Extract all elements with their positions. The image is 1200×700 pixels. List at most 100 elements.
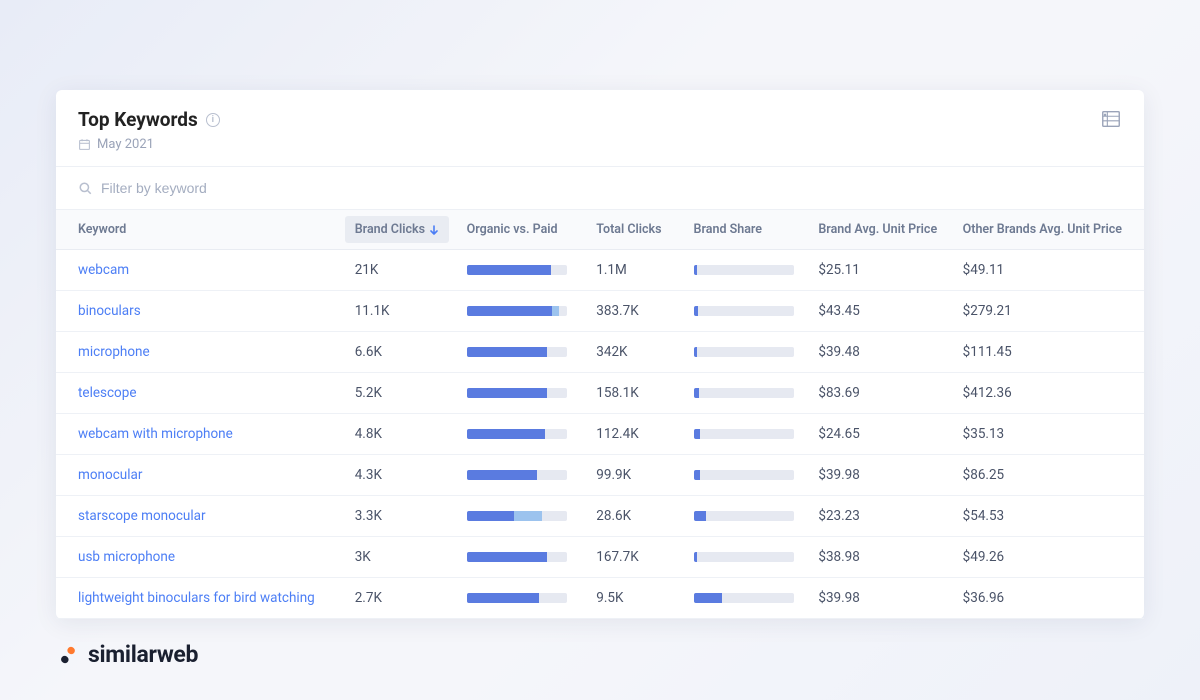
sort-desc-icon [429,225,439,235]
col-total-clicks[interactable]: Total Clicks [586,210,683,250]
cell-other-brands-avg-price: $49.26 [953,537,1144,578]
cell-total-clicks: 1.1M [586,250,683,291]
cell-total-clicks: 383.7K [586,291,683,332]
cell-total-clicks: 9.5K [586,578,683,619]
keyword-link[interactable]: monocular [78,467,142,483]
cell-organic-vs-paid [457,537,587,578]
organic-paid-bar [467,306,567,316]
cell-brand-share [684,373,809,414]
cell-total-clicks: 112.4K [586,414,683,455]
keywords-table: Keyword Brand Clicks Organic vs. Paid To… [56,210,1144,619]
cell-brand-avg-price: $24.65 [808,414,952,455]
cell-brand-share [684,578,809,619]
table-row: starscope monocular 3.3K 28.6K $23.23 $5… [56,496,1144,537]
keyword-link[interactable]: telescope [78,385,137,401]
cell-brand-share [684,537,809,578]
cell-brand-avg-price: $39.98 [808,455,952,496]
title-row: Top Keywords i [78,108,220,131]
cell-brand-avg-price: $38.98 [808,537,952,578]
cell-brand-clicks: 4.8K [345,414,457,455]
brand-share-bar [694,347,794,357]
table-row: lightweight binoculars for bird watching… [56,578,1144,619]
table-row: binoculars 11.1K 383.7K $43.45 $279.21 [56,291,1144,332]
cell-organic-vs-paid [457,332,587,373]
table-row: telescope 5.2K 158.1K $83.69 $412.36 [56,373,1144,414]
brand-share-bar [694,593,794,603]
cell-brand-avg-price: $43.45 [808,291,952,332]
organic-paid-bar [467,470,567,480]
top-keywords-card: Top Keywords i May 2021 Keyword Brand Cl… [56,90,1144,619]
brand-share-bar [694,306,794,316]
logo-mark-icon [56,643,80,667]
cell-other-brands-avg-price: $54.53 [953,496,1144,537]
cell-brand-clicks: 4.3K [345,455,457,496]
cell-brand-clicks: 6.6K [345,332,457,373]
table-row: webcam 21K 1.1M $25.11 $49.11 [56,250,1144,291]
similarweb-logo: similarweb [56,641,198,668]
cell-brand-share [684,291,809,332]
keyword-link[interactable]: binoculars [78,303,141,319]
export-excel-icon[interactable] [1100,108,1122,130]
organic-paid-bar [467,511,567,521]
info-icon[interactable]: i [206,113,220,127]
cell-brand-avg-price: $25.11 [808,250,952,291]
col-other-brands-avg-price[interactable]: Other Brands Avg. Unit Price [953,210,1144,250]
cell-brand-avg-price: $23.23 [808,496,952,537]
keyword-link[interactable]: webcam [78,262,129,278]
cell-brand-share [684,455,809,496]
organic-paid-bar [467,388,567,398]
col-organic-vs-paid[interactable]: Organic vs. Paid [457,210,587,250]
organic-paid-bar [467,593,567,603]
keyword-link[interactable]: starscope monocular [78,508,206,524]
cell-organic-vs-paid [457,414,587,455]
brand-share-bar [694,265,794,275]
table-row: webcam with microphone 4.8K 112.4K $24.6… [56,414,1144,455]
cell-organic-vs-paid [457,250,587,291]
keyword-link[interactable]: microphone [78,344,150,360]
filter-input[interactable] [101,180,1122,196]
filter-bar [56,166,1144,210]
cell-organic-vs-paid [457,455,587,496]
keyword-link[interactable]: usb microphone [78,549,175,565]
brand-share-bar [694,552,794,562]
date-row: May 2021 [78,137,220,152]
cell-brand-clicks: 3.3K [345,496,457,537]
cell-brand-clicks: 21K [345,250,457,291]
cell-brand-share [684,332,809,373]
col-brand-share[interactable]: Brand Share [684,210,809,250]
cell-other-brands-avg-price: $86.25 [953,455,1144,496]
cell-organic-vs-paid [457,291,587,332]
cell-brand-clicks: 3K [345,537,457,578]
card-title: Top Keywords [78,108,198,131]
table-row: microphone 6.6K 342K $39.48 $111.45 [56,332,1144,373]
table-row: usb microphone 3K 167.7K $38.98 $49.26 [56,537,1144,578]
cell-other-brands-avg-price: $49.11 [953,250,1144,291]
col-brand-clicks[interactable]: Brand Clicks [345,210,457,250]
cell-brand-share [684,250,809,291]
cell-other-brands-avg-price: $279.21 [953,291,1144,332]
brand-share-bar [694,511,794,521]
cell-brand-clicks: 5.2K [345,373,457,414]
cell-brand-avg-price: $83.69 [808,373,952,414]
sorted-header: Brand Clicks [345,216,449,243]
cell-brand-share [684,414,809,455]
brand-share-bar [694,388,794,398]
header-left: Top Keywords i May 2021 [78,108,220,152]
cell-other-brands-avg-price: $111.45 [953,332,1144,373]
keyword-link[interactable]: webcam with microphone [78,426,233,442]
cell-total-clicks: 158.1K [586,373,683,414]
cell-brand-clicks: 2.7K [345,578,457,619]
col-keyword[interactable]: Keyword [56,210,345,250]
organic-paid-bar [467,347,567,357]
cell-other-brands-avg-price: $36.96 [953,578,1144,619]
col-brand-avg-price[interactable]: Brand Avg. Unit Price [808,210,952,250]
calendar-icon [78,138,91,151]
card-header: Top Keywords i May 2021 [56,90,1144,166]
cell-brand-avg-price: $39.98 [808,578,952,619]
cell-total-clicks: 167.7K [586,537,683,578]
organic-paid-bar [467,265,567,275]
cell-total-clicks: 28.6K [586,496,683,537]
cell-organic-vs-paid [457,496,587,537]
date-label: May 2021 [97,137,154,152]
keyword-link[interactable]: lightweight binoculars for bird watching [78,590,315,606]
